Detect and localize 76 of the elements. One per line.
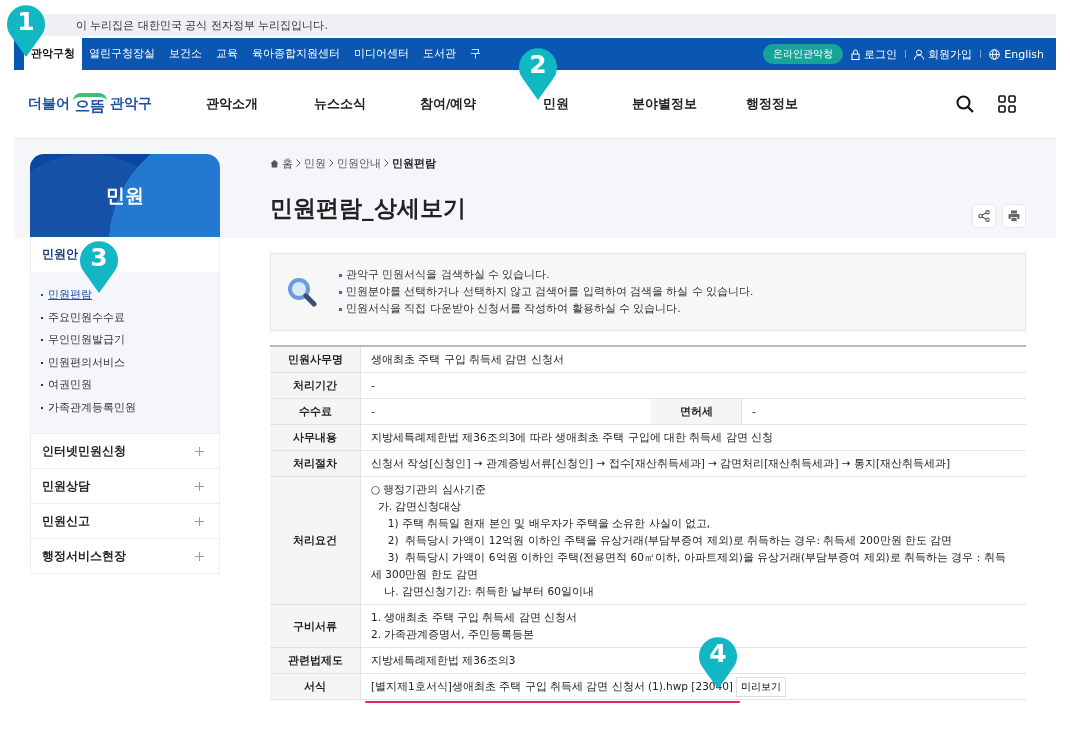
field-label: 면허세 bbox=[651, 398, 742, 425]
site-tab[interactable]: 육아종합지원센터 bbox=[245, 38, 347, 70]
field-label: 서식 bbox=[270, 673, 361, 700]
person-icon bbox=[914, 48, 925, 60]
sidebar-menu-group[interactable]: 민원신고 bbox=[30, 504, 220, 539]
field-value: - bbox=[371, 378, 375, 393]
field-value: 지방세특례제한법 제36조의3 bbox=[371, 653, 516, 668]
lock-icon bbox=[851, 48, 861, 60]
field-value: 1. 생애최초 주택 구입 취득세 감면 신청서 bbox=[371, 610, 578, 625]
field-label: 처리절차 bbox=[270, 450, 361, 477]
preview-button[interactable]: 미리보기 bbox=[735, 676, 786, 697]
share-icon bbox=[978, 210, 990, 222]
field-value: - bbox=[371, 405, 375, 417]
main-menu-item[interactable]: 참여/예약 bbox=[394, 95, 502, 113]
chevron-icon bbox=[296, 159, 301, 167]
field-label: 처리기간 bbox=[270, 372, 361, 399]
submenu-item[interactable]: 민원편의서비스 bbox=[41, 351, 219, 374]
sidebar-menu-group[interactable]: 인터넷민원신청 bbox=[30, 434, 220, 469]
info-note: 관악구 민원서식을 검색하실 수 있습니다. bbox=[346, 268, 550, 282]
sidebar-menu-group[interactable]: 행정서비스현장 bbox=[30, 539, 220, 574]
field-label: 수수료 bbox=[270, 398, 361, 425]
field-value: 가. 감면신청대상 bbox=[376, 499, 462, 514]
submenu-item[interactable]: 여권민원 bbox=[41, 374, 219, 397]
globe-icon bbox=[989, 48, 1001, 60]
site-tab[interactable]: 관악구청 bbox=[24, 38, 82, 70]
main-menu-item[interactable]: 관악소개 bbox=[178, 95, 286, 113]
info-note: 민원분야를 선택하거나 선택하지 않고 검색어를 입력하여 검색을 하실 수 있습니다. bbox=[346, 285, 754, 299]
site-tab[interactable]: 열린구청장실 bbox=[82, 38, 162, 70]
district-logo[interactable]: 더불어 으뜸 관악구 bbox=[28, 92, 178, 116]
field-value: 나. 감면신청기간: 취득한 날부터 60일이내 bbox=[383, 584, 594, 599]
print-icon bbox=[1008, 210, 1020, 222]
magnifier-icon bbox=[287, 277, 317, 307]
submenu-item[interactable]: 가족관계등록민원 bbox=[41, 396, 219, 419]
field-value: 생애최초 주택 구입 취득세 감면 신청서 bbox=[371, 352, 564, 367]
breadcrumb-link[interactable]: 민원편람 bbox=[392, 155, 436, 171]
main-menu-item[interactable]: 뉴스소식 bbox=[286, 95, 394, 113]
section-title: 민원 bbox=[106, 182, 144, 208]
home-icon[interactable] bbox=[270, 158, 279, 168]
signup-link[interactable]: 회원가입 bbox=[914, 46, 973, 62]
info-note: 민원서식을 직접 다운받아 신청서를 작성하여 활용하실 수 있습니다. bbox=[346, 302, 681, 316]
chevron-icon bbox=[329, 159, 334, 167]
breadcrumb-link[interactable]: 민원안내 bbox=[337, 155, 381, 171]
chevron-icon bbox=[384, 159, 389, 167]
field-value: 3) 취득당시 가액이 6억원 이하인 주택(전용면적 60㎡이하, 아파트제외)을 유상거래(부담부증여 제외)로 취득하는 경우 : 취득세 300만원 한도 감면 bbox=[371, 550, 1007, 582]
grid-menu-icon[interactable] bbox=[998, 95, 1016, 113]
field-value: 지방세특례제한법 제36조의3에 따라 생애최초 주택 구입에 대한 취득세 감면 신청 bbox=[371, 430, 774, 445]
site-tab[interactable]: 도서관 bbox=[416, 38, 463, 70]
field-value: 1) 주택 취득일 현재 본인 및 배우자가 주택을 소유한 사실이 없고, bbox=[386, 516, 711, 531]
main-menu-item[interactable]: 행정정보 bbox=[718, 95, 826, 113]
banner-text: 이 누리집은 대한민국 공식 전자정부 누리집입니다. bbox=[76, 17, 328, 33]
login-link[interactable]: 로그인 bbox=[851, 46, 898, 62]
site-tab[interactable]: 교육 bbox=[209, 38, 245, 70]
language-link[interactable]: English bbox=[989, 47, 1044, 61]
print-button[interactable] bbox=[1002, 204, 1026, 228]
main-menu-item[interactable]: 분야별정보 bbox=[610, 95, 718, 113]
submenu-item[interactable]: 무인민원발급기 bbox=[41, 329, 219, 352]
submenu-item[interactable]: 주요민원수수료 bbox=[41, 306, 219, 329]
breadcrumb-link[interactable]: 홈 bbox=[282, 155, 293, 171]
field-value: 2) 취득당시 가액이 12억원 이하인 주택을 유상거래(부담부증여 제외)로 취득하는 경우: 취득세 200만원 한도 감면 bbox=[386, 533, 953, 548]
site-tab[interactable]: 구 bbox=[463, 38, 488, 70]
field-value: - bbox=[752, 405, 756, 417]
site-tab[interactable]: 미디어센터 bbox=[347, 38, 416, 70]
field-value: ○ 행정기관의 심사기준 bbox=[371, 482, 486, 497]
field-label: 민원사무명 bbox=[270, 346, 361, 373]
sidebar-menu-group[interactable]: 민원상담 bbox=[30, 469, 220, 504]
site-tab[interactable]: 보건소 bbox=[162, 38, 209, 70]
field-label: 구비서류 bbox=[270, 604, 361, 648]
page-title: 민원편람_상세보기 bbox=[270, 193, 466, 223]
field-label: 처리요건 bbox=[270, 476, 361, 605]
field-value: 신청서 작성[신청인] → 관계증빙서류[신청인] → 접수[재산취득세과] → 감면처리[재산취득세과] → 통지[재산취득세과] bbox=[371, 456, 951, 471]
field-label: 사무내용 bbox=[270, 424, 361, 451]
field-value: 2. 가족관계증명서, 주민등록등본 bbox=[371, 627, 535, 642]
share-button[interactable] bbox=[972, 204, 996, 228]
search-icon[interactable] bbox=[956, 95, 974, 113]
field-label: 관련법제도 bbox=[270, 647, 361, 674]
breadcrumb-link[interactable]: 민원 bbox=[304, 155, 326, 171]
